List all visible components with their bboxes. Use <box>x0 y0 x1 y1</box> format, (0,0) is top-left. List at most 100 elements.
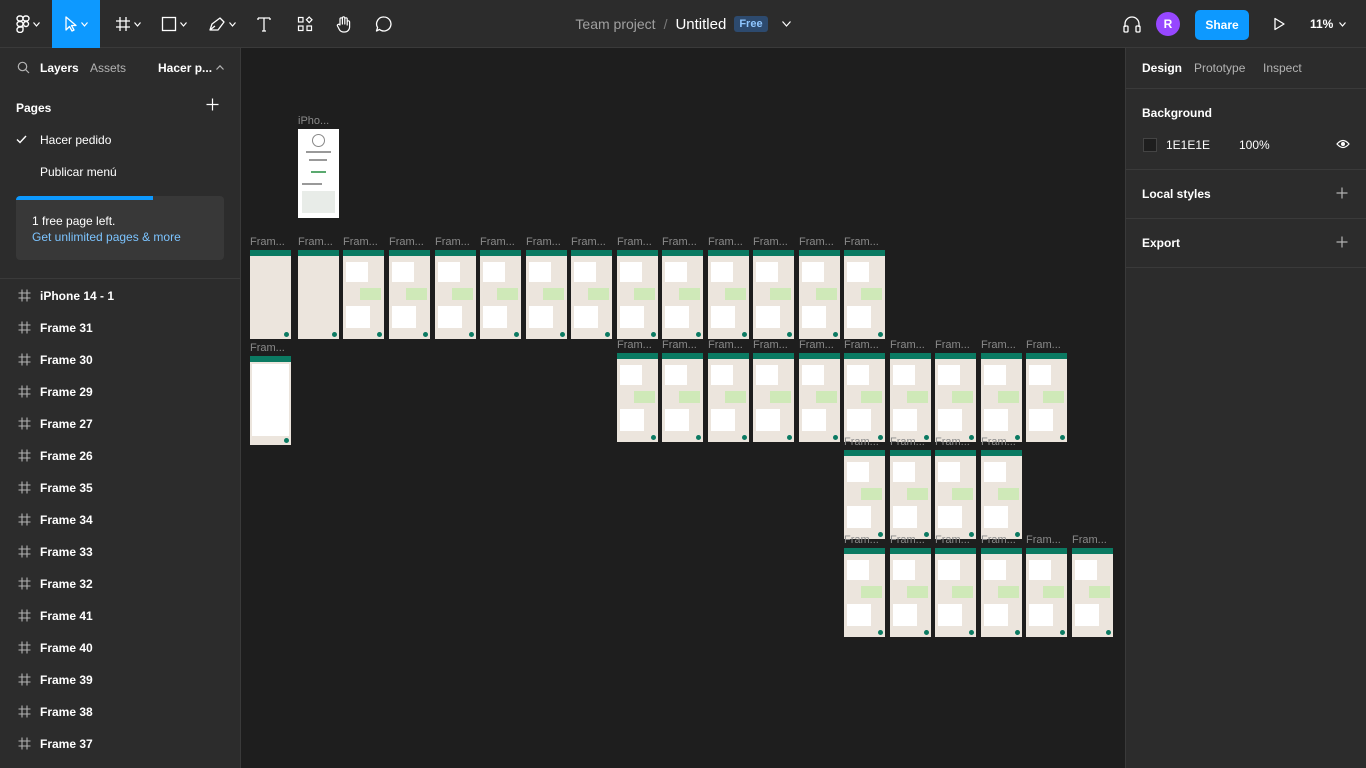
tab-design[interactable]: Design <box>1142 61 1182 75</box>
frame-label[interactable]: Fram... <box>753 339 788 351</box>
share-button[interactable]: Share <box>1195 10 1249 40</box>
frame-label[interactable]: Fram... <box>844 339 879 351</box>
eye-icon[interactable] <box>1336 139 1350 149</box>
layer-row[interactable]: Frame 27 <box>0 408 240 440</box>
chat-frame[interactable] <box>389 250 430 339</box>
layer-row[interactable]: Frame 26 <box>0 440 240 472</box>
layer-row[interactable]: Frame 38 <box>0 696 240 728</box>
page-selector[interactable]: Hacer p... <box>158 61 212 75</box>
layer-row[interactable]: Frame 35 <box>0 472 240 504</box>
project-name[interactable]: Team project <box>575 16 655 32</box>
frame-label[interactable]: Fram... <box>799 339 834 351</box>
frame-label[interactable]: Fram... <box>343 236 378 248</box>
frame-label[interactable]: Fram... <box>844 534 879 546</box>
layer-row[interactable]: Frame 31 <box>0 312 240 344</box>
chat-frame[interactable] <box>935 450 976 539</box>
frame-label[interactable]: Fram... <box>708 339 743 351</box>
frame-label[interactable]: Fram... <box>935 534 970 546</box>
canvas[interactable]: iPho... Fram... Fram... Fram... Fram... Fram… <box>241 48 1125 768</box>
frame-label[interactable]: Fram... <box>1026 339 1061 351</box>
frame-label[interactable]: Fram... <box>981 534 1016 546</box>
tab-prototype[interactable]: Prototype <box>1194 61 1245 75</box>
background-opacity-input[interactable]: 100% <box>1239 138 1270 152</box>
chat-frame[interactable] <box>708 353 749 442</box>
chat-frame[interactable] <box>298 250 339 339</box>
layer-row[interactable]: Frame 32 <box>0 568 240 600</box>
frame-label[interactable]: Fram... <box>890 534 925 546</box>
chat-frame[interactable] <box>935 353 976 442</box>
comment-tool-button[interactable] <box>370 0 398 48</box>
frame-label[interactable]: Fram... <box>480 236 515 248</box>
chat-frame[interactable] <box>844 450 885 539</box>
chat-frame[interactable] <box>662 250 703 339</box>
chat-frame[interactable] <box>617 353 658 442</box>
resources-tool-button[interactable] <box>290 0 320 48</box>
frame-label[interactable]: Fram... <box>617 236 652 248</box>
frame-label[interactable]: Fram... <box>571 236 606 248</box>
frame-label[interactable]: Fram... <box>890 436 925 448</box>
chevron-up-icon[interactable] <box>216 65 224 70</box>
text-tool-button[interactable] <box>250 0 278 48</box>
frame-label[interactable]: Fram... <box>662 339 697 351</box>
frame-label[interactable]: Fram... <box>250 342 285 354</box>
hand-tool-button[interactable] <box>330 0 358 48</box>
tab-inspect[interactable]: Inspect <box>1263 61 1302 75</box>
chat-frame[interactable] <box>844 548 885 637</box>
frame-label[interactable]: Fram... <box>844 436 879 448</box>
plus-icon[interactable] <box>1336 187 1348 199</box>
frame-label[interactable]: Fram... <box>935 339 970 351</box>
chat-frame[interactable] <box>799 353 840 442</box>
tab-layers[interactable]: Layers <box>40 61 79 75</box>
zoom-control[interactable]: 11% <box>1310 0 1347 48</box>
background-hex-input[interactable]: 1E1E1E <box>1166 138 1210 152</box>
chat-frame[interactable] <box>1026 548 1067 637</box>
chat-frame[interactable] <box>571 250 612 339</box>
frame-tool-button[interactable] <box>108 0 148 48</box>
chat-frame[interactable] <box>435 250 476 339</box>
chat-frame[interactable] <box>662 353 703 442</box>
move-tool-button[interactable] <box>52 0 100 48</box>
frame-label[interactable]: Fram... <box>981 436 1016 448</box>
frame-label[interactable]: Fram... <box>662 236 697 248</box>
chat-frame[interactable] <box>890 548 931 637</box>
chat-frame[interactable] <box>799 250 840 339</box>
frame-label[interactable]: Fram... <box>708 236 743 248</box>
chat-frame[interactable] <box>981 353 1022 442</box>
chat-frame[interactable] <box>753 250 794 339</box>
chat-frame[interactable] <box>935 548 976 637</box>
frame-label[interactable]: Fram... <box>844 236 879 248</box>
layer-row[interactable]: Frame 37 <box>0 728 240 760</box>
frame-label[interactable]: Fram... <box>1026 534 1061 546</box>
chat-frame[interactable] <box>708 250 749 339</box>
layer-row[interactable]: Frame 34 <box>0 504 240 536</box>
frame-label[interactable]: Fram... <box>981 339 1016 351</box>
frame-label[interactable]: Fram... <box>298 236 333 248</box>
frame-label[interactable]: Fram... <box>617 339 652 351</box>
page-item-publicar-menu[interactable]: Publicar menú <box>40 165 117 179</box>
tab-assets[interactable]: Assets <box>90 61 126 75</box>
layer-row[interactable]: Frame 30 <box>0 344 240 376</box>
page-item-hacer-pedido[interactable]: Hacer pedido <box>40 133 111 147</box>
chat-frame[interactable] <box>343 250 384 339</box>
search-icon[interactable] <box>17 61 30 74</box>
chat-frame[interactable] <box>250 356 291 445</box>
chat-frame[interactable] <box>890 353 931 442</box>
frame-label[interactable]: Fram... <box>1072 534 1107 546</box>
frame-label[interactable]: Fram... <box>526 236 561 248</box>
frame-label[interactable]: iPho... <box>298 115 329 127</box>
chat-frame[interactable] <box>981 450 1022 539</box>
chat-frame[interactable] <box>617 250 658 339</box>
chat-frame[interactable] <box>1072 548 1113 637</box>
layer-row[interactable]: Frame 41 <box>0 600 240 632</box>
present-button[interactable] <box>1266 0 1292 48</box>
plan-badge[interactable]: Free <box>734 16 768 32</box>
iphone-frame[interactable] <box>298 129 339 218</box>
audio-button[interactable] <box>1118 0 1146 48</box>
chat-frame[interactable] <box>1026 353 1067 442</box>
background-swatch[interactable] <box>1143 138 1157 152</box>
upgrade-link[interactable]: Get unlimited pages & more <box>32 230 181 244</box>
add-page-icon[interactable] <box>206 98 219 111</box>
chat-frame[interactable] <box>981 548 1022 637</box>
layer-row[interactable]: Frame 39 <box>0 664 240 696</box>
chat-frame[interactable] <box>250 250 291 339</box>
